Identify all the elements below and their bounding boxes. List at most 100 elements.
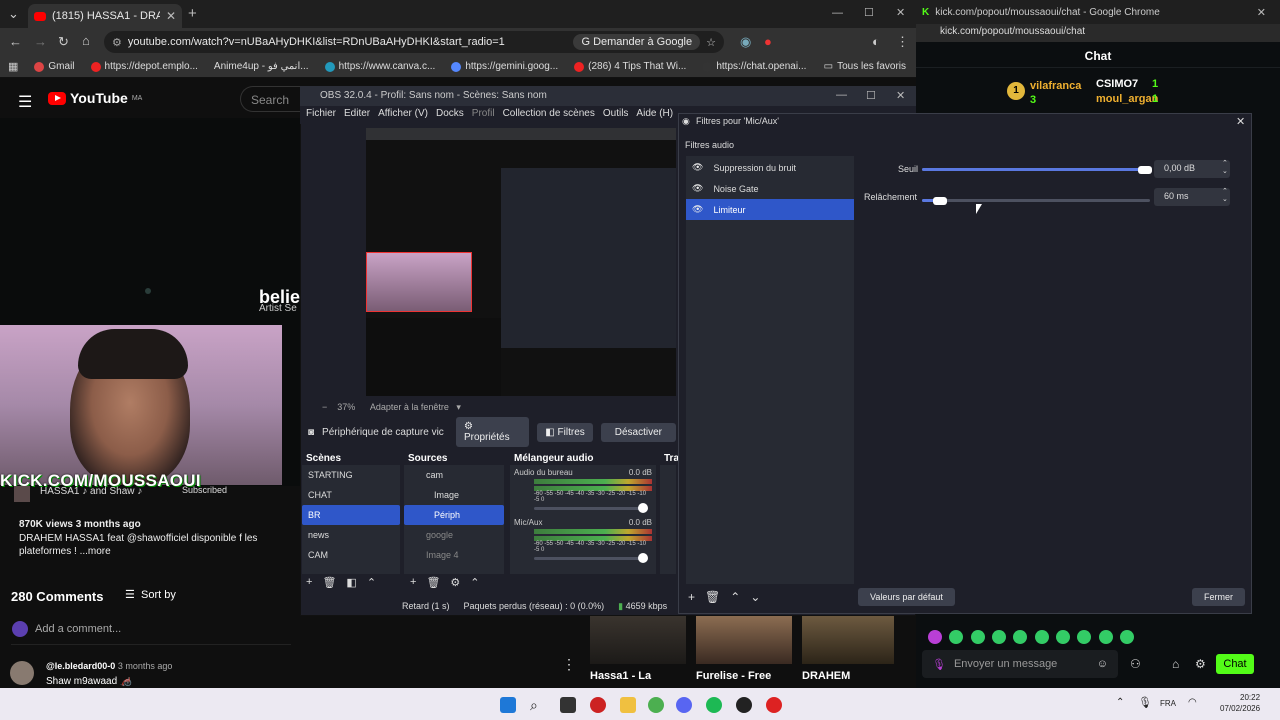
emote-icon[interactable] [970, 630, 985, 644]
address-bar[interactable]: ⚙ youtube.com/watch?v=nUBaAHyDHKI&list=R… [104, 31, 724, 53]
site-info-icon[interactable]: ⚙ [112, 36, 122, 49]
bookmark-tips[interactable]: (286) 4 Tips That Wi... [574, 61, 686, 72]
youtube-search-input[interactable]: Search [240, 86, 300, 112]
channel-name[interactable]: HASSA1 ♪ and Shaw ♪ [40, 486, 142, 497]
search-icon[interactable]: ⌕ [530, 697, 546, 713]
filter-item[interactable]: 👁 Suppression du bruit [686, 157, 854, 178]
volume-slider[interactable] [534, 503, 648, 513]
spin-arrows-icon[interactable]: ⌃ ⌄ [1222, 160, 1228, 176]
spin-arrows-icon[interactable]: ⌃ ⌄ [1222, 188, 1228, 204]
tray-chevron-icon[interactable]: ⌃ [1116, 697, 1124, 708]
reload-icon[interactable]: ↻ [58, 34, 69, 50]
microphone-icon[interactable]: 🎙 [932, 658, 946, 671]
scene-item[interactable]: STARTING [302, 465, 400, 485]
chrome-menu-icon[interactable]: ⋮ [896, 34, 909, 50]
menu-afficher[interactable]: Afficher (V) [378, 108, 428, 122]
leaderboard-name-3[interactable]: moul_argan [1096, 93, 1158, 105]
scene-item[interactable]: CAM [302, 545, 400, 565]
source-item-selected[interactable]: Périph [404, 505, 504, 525]
emote-icon[interactable] [1120, 630, 1135, 644]
close-window-icon[interactable]: ✕ [896, 6, 905, 19]
threshold-slider[interactable] [922, 166, 1153, 174]
source-item[interactable]: Image [404, 485, 504, 505]
emote-icon[interactable] [1077, 630, 1092, 644]
volume-slider-knob[interactable] [638, 503, 648, 513]
maximize-icon[interactable]: ☐ [864, 6, 874, 19]
threshold-spinbox[interactable]: 0,00 dB ⌃ ⌄ [1154, 160, 1230, 178]
thumbnail-title-3[interactable]: DRAHEM [802, 670, 850, 682]
leaderboard-name-1[interactable]: vilafranca [1030, 80, 1081, 92]
filters-button[interactable]: ◧ Filtres [537, 422, 593, 442]
move-up-icon[interactable]: ⌃ [730, 590, 740, 604]
new-tab-icon[interactable]: + [188, 5, 197, 22]
obs-close-icon[interactable]: ✕ [896, 89, 905, 102]
filter-item-selected[interactable]: 👁 Limiteur [686, 199, 854, 220]
tab-search-icon[interactable]: ⌄ [8, 6, 19, 22]
source-item[interactable]: Image 4 [404, 545, 504, 565]
scene-item[interactable]: news [302, 525, 400, 545]
bookmark-canva[interactable]: https://www.canva.c... [324, 61, 435, 72]
emote-icon[interactable] [1034, 630, 1049, 644]
add-icon[interactable]: + [410, 576, 416, 589]
thumbnail-2[interactable] [696, 616, 792, 664]
deactivate-button[interactable]: Désactiver [600, 422, 676, 442]
chrome-icon[interactable] [648, 697, 664, 713]
visibility-eye-icon[interactable]: 👁 [692, 204, 703, 215]
thumbnail-1[interactable] [590, 616, 686, 664]
trash-icon[interactable]: 🗑 [426, 576, 440, 589]
windows-start-icon[interactable] [500, 697, 516, 713]
bookmark-gmail[interactable]: Gmail [34, 61, 75, 72]
bookmark-depot[interactable]: https://depot.emplo... [90, 61, 198, 72]
microphone-tray-icon[interactable]: 🎙 [1138, 696, 1152, 709]
bookmark-chatgpt[interactable]: https://chat.openai... [702, 61, 806, 72]
up-icon[interactable]: ⌃ [367, 576, 376, 589]
ask-google-button[interactable]: G Demander à Google [573, 34, 701, 50]
emoji-icon[interactable]: ☺ [1097, 658, 1108, 670]
defaults-button[interactable]: Valeurs par défaut [858, 588, 955, 606]
bookmark-anime4up[interactable]: Anime4up - انمي فو... [214, 61, 309, 72]
move-down-icon[interactable]: ⌄ [750, 590, 760, 604]
sort-comments-button[interactable]: ☰ Sort by [125, 588, 176, 601]
volume-slider-knob[interactable] [638, 553, 648, 563]
subscribed-button[interactable]: Subscribed [182, 485, 227, 495]
app-icon[interactable] [590, 697, 606, 713]
source-item[interactable]: cam [404, 465, 504, 485]
extension-red-icon[interactable]: ● [764, 34, 772, 49]
visibility-eye-icon[interactable]: 👁 [692, 162, 703, 173]
extension-icon[interactable]: ◉ [740, 34, 751, 50]
commenter-avatar[interactable] [10, 661, 34, 685]
up-icon[interactable]: ⌃ [470, 576, 479, 589]
kick-close-icon[interactable]: ✕ [1257, 6, 1266, 19]
taskview-icon[interactable] [560, 697, 576, 713]
hamburger-menu-icon[interactable]: ☰ [18, 92, 32, 112]
language-indicator[interactable]: FRA [1160, 699, 1176, 708]
comment-menu-icon[interactable]: ⋮ [562, 656, 576, 673]
thumbnail-3[interactable] [802, 616, 894, 664]
store-icon[interactable]: ⌂ [1172, 657, 1179, 671]
settings-gear-icon[interactable]: ⚙ [1195, 657, 1206, 671]
menu-editer[interactable]: Editer [344, 108, 370, 122]
add-filter-icon[interactable]: + [688, 590, 695, 604]
obs-preview-canvas[interactable] [366, 128, 676, 396]
emote-icon[interactable] [928, 630, 942, 644]
thumbnail-title-2[interactable]: Furelise - Free [696, 670, 771, 682]
chevron-down-icon[interactable]: ▾ [451, 402, 461, 412]
youtube-logo[interactable]: YouTube MA [48, 90, 142, 106]
profile-avatar[interactable]: ◐ [872, 34, 880, 49]
obs-minimize-icon[interactable]: — [836, 89, 847, 101]
tab-youtube[interactable]: (1815) HASSA1 - DRAHEM - fe ✕ [28, 4, 182, 28]
menu-outils[interactable]: Outils [603, 108, 629, 122]
app-icon[interactable] [766, 697, 782, 713]
scene-item-selected[interactable]: BR [302, 505, 400, 525]
zoom-minus-icon[interactable]: − [322, 402, 327, 412]
bookmark-star-icon[interactable]: ☆ [706, 36, 716, 49]
discord-icon[interactable] [676, 697, 692, 713]
menu-docks[interactable]: Docks [436, 108, 464, 122]
clock[interactable]: 20:22 07/02/2026 [1220, 692, 1260, 714]
emote-icon[interactable] [1056, 630, 1071, 644]
forward-icon[interactable]: → [34, 34, 47, 49]
chat-message-input[interactable]: 🎙 Envoyer un message ☺ [922, 650, 1118, 678]
obs-taskbar-icon[interactable] [736, 697, 752, 713]
filter-icon[interactable]: ◧ [346, 576, 356, 589]
apps-grid-icon[interactable]: ▦ [8, 60, 18, 73]
